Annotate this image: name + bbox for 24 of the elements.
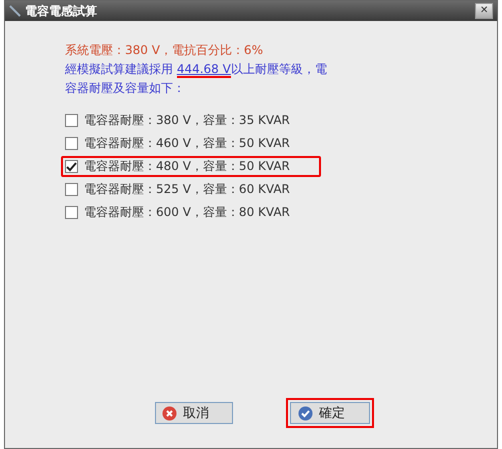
capacitor-option[interactable]: 電容器耐壓：480 V，容量：50 KVAR: [61, 156, 321, 177]
cancel-button[interactable]: 取消: [155, 402, 233, 424]
checkbox[interactable]: [65, 206, 78, 219]
checkbox[interactable]: [65, 160, 78, 173]
recommendation-text: 經模擬試算建議採用 444.68 V以上耐壓等級，電容器耐壓及容量如下：: [65, 61, 327, 97]
option-label: 電容器耐壓：525 V，容量：60 KVAR: [84, 181, 290, 198]
system-info-text: 系統電壓：380 V，電抗百分比：6%: [65, 42, 264, 59]
capacitor-option[interactable]: 電容器耐壓：380 V，容量：35 KVAR: [61, 110, 321, 131]
ok-button[interactable]: 確定: [286, 398, 374, 428]
close-button[interactable]: ✕: [475, 3, 493, 19]
option-label: 電容器耐壓：460 V，容量：50 KVAR: [84, 135, 290, 152]
checkbox[interactable]: [65, 183, 78, 196]
capacitor-option[interactable]: 電容器耐壓：525 V，容量：60 KVAR: [61, 179, 321, 200]
voltage-link[interactable]: 444.68 V: [176, 62, 231, 78]
close-icon: [162, 406, 177, 420]
check-icon: [298, 406, 313, 420]
window-title: 電容電感試算: [25, 2, 97, 20]
option-label: 電容器耐壓：600 V，容量：80 KVAR: [84, 204, 290, 221]
option-label: 電容器耐壓：380 V，容量：35 KVAR: [84, 112, 290, 129]
checkbox[interactable]: [65, 114, 78, 127]
checkbox[interactable]: [65, 137, 78, 150]
capacitor-option[interactable]: 電容器耐壓：600 V，容量：80 KVAR: [61, 202, 321, 223]
capacitor-option[interactable]: 電容器耐壓：460 V，容量：50 KVAR: [61, 133, 321, 154]
option-label: 電容器耐壓：480 V，容量：50 KVAR: [84, 158, 290, 175]
